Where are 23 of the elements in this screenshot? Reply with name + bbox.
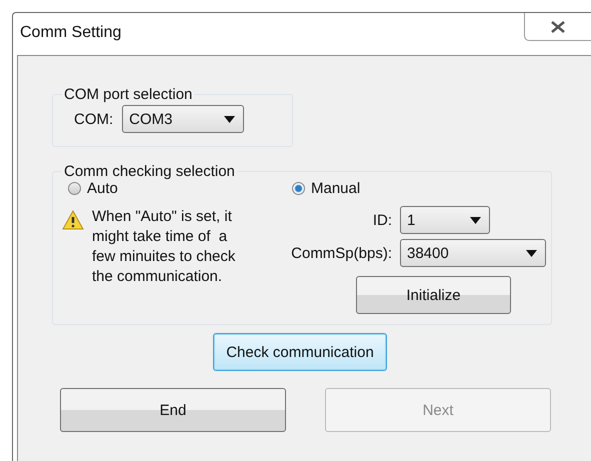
- close-button[interactable]: [524, 13, 591, 41]
- caret-icon: [470, 216, 481, 224]
- field-label: CommSp(bps):: [290, 244, 392, 262]
- window-title: Comm Setting: [20, 24, 122, 42]
- radio-dot-icon[interactable]: [292, 182, 305, 195]
- caret-icon: [224, 116, 236, 122]
- initialize-button[interactable]: Initialize: [356, 276, 511, 314]
- mode-radio[interactable]: Manual: [292, 180, 548, 197]
- caret-icon: [526, 250, 537, 256]
- mode-radio[interactable]: Auto: [68, 180, 282, 197]
- field-label: ID:: [372, 212, 392, 228]
- field-label: COM:: [74, 110, 114, 128]
- group-title: Comm checking selection: [63, 163, 236, 180]
- warning-text: When "Auto" is set, it might take time of a few minuites to check the communication.: [92, 207, 236, 287]
- close-icon: [550, 20, 566, 32]
- value-dropdown[interactable]: 1: [400, 206, 490, 234]
- radio-dot-icon[interactable]: [68, 182, 81, 195]
- com-dropdown[interactable]: COM3: [122, 105, 244, 133]
- group-title: COM port selection: [63, 86, 194, 103]
- end-button[interactable]: End: [60, 388, 286, 432]
- value-dropdown[interactable]: 38400: [400, 239, 546, 267]
- check-communication-button[interactable]: Check communication: [213, 333, 387, 371]
- warning-icon: [62, 210, 84, 230]
